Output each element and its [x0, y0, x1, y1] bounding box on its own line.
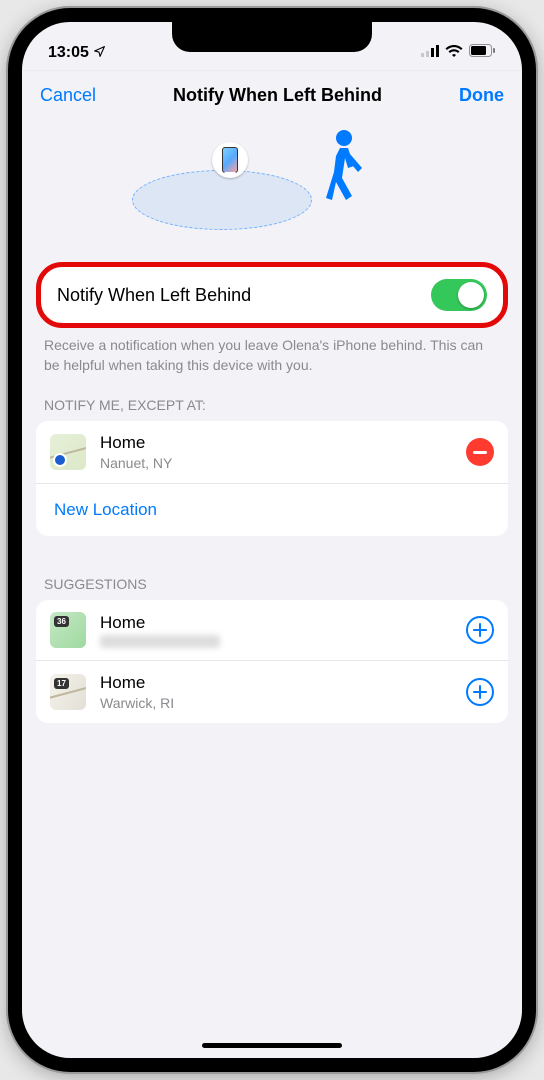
done-button[interactable]: Done: [459, 85, 504, 106]
status-time: 13:05: [48, 44, 89, 62]
battery-icon: [469, 44, 496, 62]
phone-screen: 13:05 Cancel Notify When Left Behind: [22, 22, 522, 1058]
suggestion-title: Home: [100, 613, 452, 633]
map-thumb-icon: [50, 434, 86, 470]
exception-title: Home: [100, 433, 452, 453]
map-route-label: 36: [54, 616, 69, 627]
suggestion-subtitle-redacted: [100, 635, 220, 648]
cellular-icon: [421, 44, 439, 62]
nav-bar: Cancel Notify When Left Behind Done: [22, 70, 522, 118]
suggestion-text: Home: [100, 613, 452, 648]
phone-frame: 13:05 Cancel Notify When Left Behind: [8, 8, 536, 1072]
location-arrow-icon: [93, 45, 106, 61]
suggestion-item[interactable]: 17 Home Warwick, RI: [36, 661, 508, 723]
suggestion-subtitle: Warwick, RI: [100, 695, 452, 711]
suggestions-card: 36 Home 17 Home Warwick, RI: [36, 600, 508, 723]
map-thumb-icon: 17: [50, 674, 86, 710]
exceptions-card: Home Nanuet, NY New Location: [36, 421, 508, 536]
wifi-icon: [445, 44, 463, 62]
status-right: [421, 44, 496, 62]
notify-toggle-card: Notify When Left Behind: [36, 262, 508, 328]
hero-illustration: [22, 118, 522, 248]
device-pin-icon: [212, 142, 248, 178]
status-time-area: 13:05: [48, 44, 106, 62]
remove-exception-button[interactable]: [466, 438, 494, 466]
map-route-label: 17: [54, 678, 69, 689]
new-location-button[interactable]: New Location: [36, 484, 508, 536]
cancel-button[interactable]: Cancel: [40, 85, 96, 106]
exceptions-header: Notify Me, Except At:: [22, 375, 522, 421]
exception-subtitle: Nanuet, NY: [100, 455, 452, 471]
notch: [172, 22, 372, 52]
map-thumb-icon: 36: [50, 612, 86, 648]
suggestion-item[interactable]: 36 Home: [36, 600, 508, 661]
toggle-description: Receive a notification when you leave Ol…: [22, 336, 522, 375]
page-title: Notify When Left Behind: [173, 85, 382, 106]
walking-person-icon: [312, 128, 372, 208]
exception-text: Home Nanuet, NY: [100, 433, 452, 471]
mini-phone-icon: [222, 147, 238, 173]
suggestions-header: Suggestions: [22, 554, 522, 600]
toggle-label: Notify When Left Behind: [57, 285, 251, 306]
add-suggestion-button[interactable]: [466, 678, 494, 706]
suggestion-text: Home Warwick, RI: [100, 673, 452, 711]
suggestion-title: Home: [100, 673, 452, 693]
home-indicator[interactable]: [202, 1043, 342, 1048]
geofence-ellipse: [132, 170, 312, 230]
add-suggestion-button[interactable]: [466, 616, 494, 644]
notify-toggle-switch[interactable]: [431, 279, 487, 311]
exception-item[interactable]: Home Nanuet, NY: [36, 421, 508, 484]
